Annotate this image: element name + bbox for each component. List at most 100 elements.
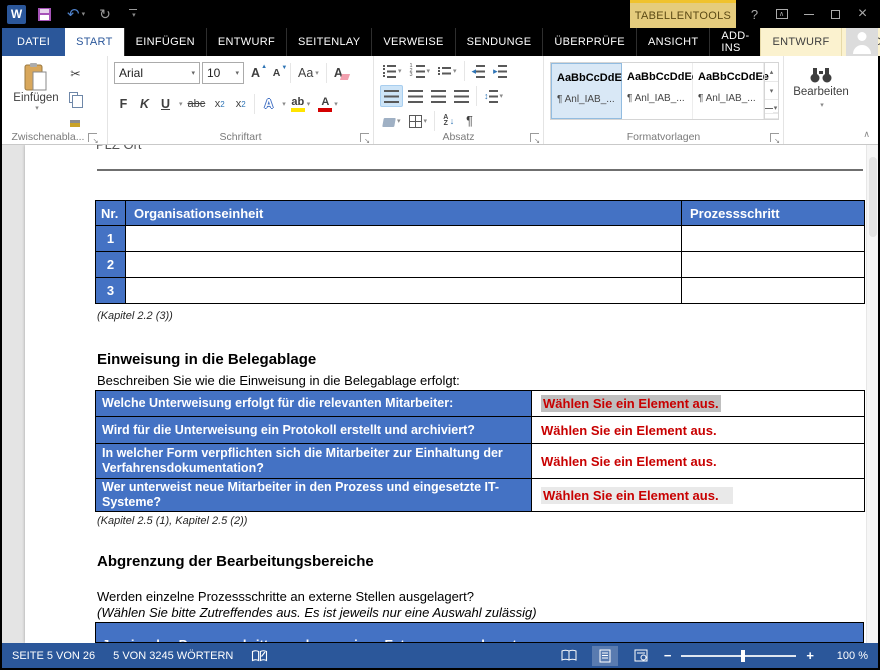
clipboard-dialog-launcher[interactable]: ↘ bbox=[88, 133, 97, 142]
redo-icon[interactable]: ↻ bbox=[99, 6, 111, 23]
strikethrough-button[interactable]: abc bbox=[185, 93, 209, 115]
font-size-select[interactable]: 10▾ bbox=[202, 62, 244, 84]
tab-tabletools-entwurf[interactable]: ENTWURF bbox=[760, 28, 840, 56]
font-dialog-launcher[interactable]: ↘ bbox=[360, 133, 369, 142]
editing-button[interactable]: Bearbeiten ▾ bbox=[790, 60, 852, 109]
italic-button[interactable]: K bbox=[135, 93, 154, 115]
print-layout-button[interactable] bbox=[592, 646, 618, 666]
table-row[interactable]: 2 bbox=[96, 252, 865, 278]
dropdown-placeholder[interactable]: Wählen Sie ein Element aus. bbox=[541, 423, 717, 438]
dropdown-placeholder[interactable]: Wählen Sie ein Element aus. bbox=[541, 487, 733, 504]
style-card[interactable]: AaBbCcDdEe ¶ Anl_IAB_... bbox=[622, 63, 693, 119]
tab-sendungen[interactable]: SENDUNGE bbox=[455, 28, 543, 56]
page-indicator[interactable]: SEITE 5 VON 26 bbox=[12, 650, 95, 662]
empty-cell[interactable] bbox=[126, 252, 682, 278]
tab-addins[interactable]: ADD-INS bbox=[709, 28, 760, 56]
align-center-button[interactable] bbox=[405, 85, 426, 107]
scrollbar-thumb[interactable] bbox=[869, 157, 877, 237]
empty-cell[interactable] bbox=[126, 226, 682, 252]
align-right-button[interactable] bbox=[428, 85, 449, 107]
superscript-button[interactable]: x2 bbox=[231, 93, 250, 115]
save-icon[interactable] bbox=[38, 8, 51, 21]
briefing-question-table[interactable]: Welche Unterweisung erfolgt für die rele… bbox=[95, 390, 865, 512]
clear-formatting-button[interactable]: A bbox=[331, 62, 352, 84]
tab-start[interactable]: START bbox=[65, 28, 124, 56]
table-row[interactable]: 1 bbox=[96, 226, 865, 252]
show-paragraph-marks-button[interactable]: ¶ bbox=[460, 110, 479, 132]
dropdown-placeholder[interactable]: Wählen Sie ein Element aus. bbox=[541, 454, 717, 469]
undo-button[interactable]: ↶▾ bbox=[67, 7, 85, 22]
empty-cell[interactable] bbox=[126, 278, 682, 304]
clipped-option-row[interactable]: Ja, einzelne Prozessschritte werden an e… bbox=[95, 622, 864, 643]
copy-button[interactable] bbox=[66, 86, 85, 108]
gallery-more-button[interactable]: ▾ bbox=[765, 100, 778, 119]
table-row[interactable]: 3 bbox=[96, 278, 865, 304]
change-case-button[interactable]: Aa▾ bbox=[295, 62, 322, 84]
minimize-button[interactable] bbox=[795, 0, 822, 28]
styles-dialog-launcher[interactable]: ↘ bbox=[770, 133, 779, 142]
organisation-table[interactable]: Nr. Organisationseinheit Prozessschritt … bbox=[95, 200, 865, 304]
zoom-slider-thumb[interactable] bbox=[741, 650, 745, 662]
font-family-select[interactable]: Arial▾ bbox=[114, 62, 200, 84]
zoom-level[interactable]: 100 % bbox=[824, 650, 868, 662]
dropdown-placeholder-selected[interactable]: Wählen Sie ein Element aus. bbox=[541, 395, 721, 412]
tab-entwurf[interactable]: ENTWURF bbox=[206, 28, 286, 56]
empty-cell[interactable] bbox=[682, 278, 865, 304]
document-page[interactable]: PLZ Ort Nr. Organisationseinheit Prozess… bbox=[25, 145, 866, 643]
borders-button[interactable]: ▾ bbox=[406, 110, 431, 132]
tab-verweise[interactable]: VERWEISE bbox=[371, 28, 454, 56]
web-layout-button[interactable] bbox=[628, 646, 654, 666]
tab-seitenlayout[interactable]: SEITENLAY bbox=[286, 28, 371, 56]
cut-button[interactable]: ✂ bbox=[66, 62, 85, 84]
word-count-indicator[interactable]: 5 VON 3245 WÖRTERN bbox=[113, 650, 233, 662]
align-left-button[interactable] bbox=[380, 85, 403, 107]
numbered-list-button[interactable]: 123▾ bbox=[407, 60, 434, 82]
underline-button[interactable]: U bbox=[156, 93, 175, 115]
empty-cell[interactable] bbox=[682, 252, 865, 278]
proofing-status-button[interactable] bbox=[251, 649, 268, 663]
paste-button[interactable]: Einfügen ▾ bbox=[8, 60, 64, 132]
sort-button[interactable]: AZ↓ bbox=[439, 110, 458, 132]
tab-datei[interactable]: DATEI bbox=[2, 28, 65, 56]
line-spacing-button[interactable]: ↕▾ bbox=[481, 85, 506, 107]
read-mode-button[interactable] bbox=[556, 646, 582, 666]
decrease-indent-button[interactable]: ◂ bbox=[469, 60, 489, 82]
tab-ansicht[interactable]: ANSICHT bbox=[636, 28, 709, 56]
zoom-slider[interactable] bbox=[681, 655, 796, 657]
answer-cell[interactable]: Wählen Sie ein Element aus. bbox=[532, 417, 865, 444]
answer-cell[interactable]: Wählen Sie ein Element aus. bbox=[532, 479, 865, 512]
grow-font-button[interactable]: A▲ bbox=[246, 62, 265, 84]
help-button[interactable]: ? bbox=[741, 0, 768, 28]
font-color-button[interactable]: A▾ bbox=[315, 93, 341, 115]
close-button[interactable]: × bbox=[849, 0, 876, 28]
zoom-in-button[interactable]: + bbox=[806, 648, 814, 663]
subscript-button[interactable]: x2 bbox=[210, 93, 229, 115]
bold-button[interactable]: F bbox=[114, 93, 133, 115]
gallery-scroll-down-button[interactable]: ▾ bbox=[765, 82, 778, 101]
tab-einfuegen[interactable]: EINFÜGEN bbox=[124, 28, 206, 56]
quick-access-customize-button[interactable]: ▾ bbox=[129, 9, 137, 19]
user-avatar[interactable] bbox=[846, 28, 878, 56]
shading-button[interactable]: ▾ bbox=[380, 110, 404, 132]
ribbon-display-options-button[interactable]: ∧ bbox=[768, 0, 795, 28]
vertical-scrollbar[interactable] bbox=[866, 145, 878, 643]
answer-cell[interactable]: Wählen Sie ein Element aus. bbox=[532, 444, 865, 479]
collapse-ribbon-button[interactable]: ∧ bbox=[863, 129, 870, 140]
chevron-down-icon[interactable]: ▾ bbox=[179, 100, 183, 108]
gallery-scroll-up-button[interactable]: ▴ bbox=[765, 63, 778, 82]
highlight-color-button[interactable]: ab▾ bbox=[288, 93, 314, 115]
format-painter-button[interactable] bbox=[66, 110, 85, 132]
multilevel-list-button[interactable]: ▾ bbox=[435, 60, 460, 82]
shrink-font-button[interactable]: A▼ bbox=[267, 62, 286, 84]
style-card[interactable]: AaBbCcDdEe ¶ Anl_IAB_... bbox=[693, 63, 764, 119]
style-card[interactable]: AaBbCcDdEe ¶ Anl_IAB_... bbox=[551, 63, 622, 119]
empty-cell[interactable] bbox=[682, 226, 865, 252]
increase-indent-button[interactable]: ▸ bbox=[490, 60, 510, 82]
paragraph-dialog-launcher[interactable]: ↘ bbox=[530, 133, 539, 142]
bullet-list-button[interactable]: ▾ bbox=[380, 60, 405, 82]
text-effects-button[interactable]: A bbox=[259, 93, 278, 115]
zoom-out-button[interactable]: − bbox=[664, 648, 672, 663]
maximize-button[interactable] bbox=[822, 0, 849, 28]
tab-ueberpruefen[interactable]: ÜBERPRÜFE bbox=[542, 28, 636, 56]
justify-button[interactable] bbox=[451, 85, 472, 107]
